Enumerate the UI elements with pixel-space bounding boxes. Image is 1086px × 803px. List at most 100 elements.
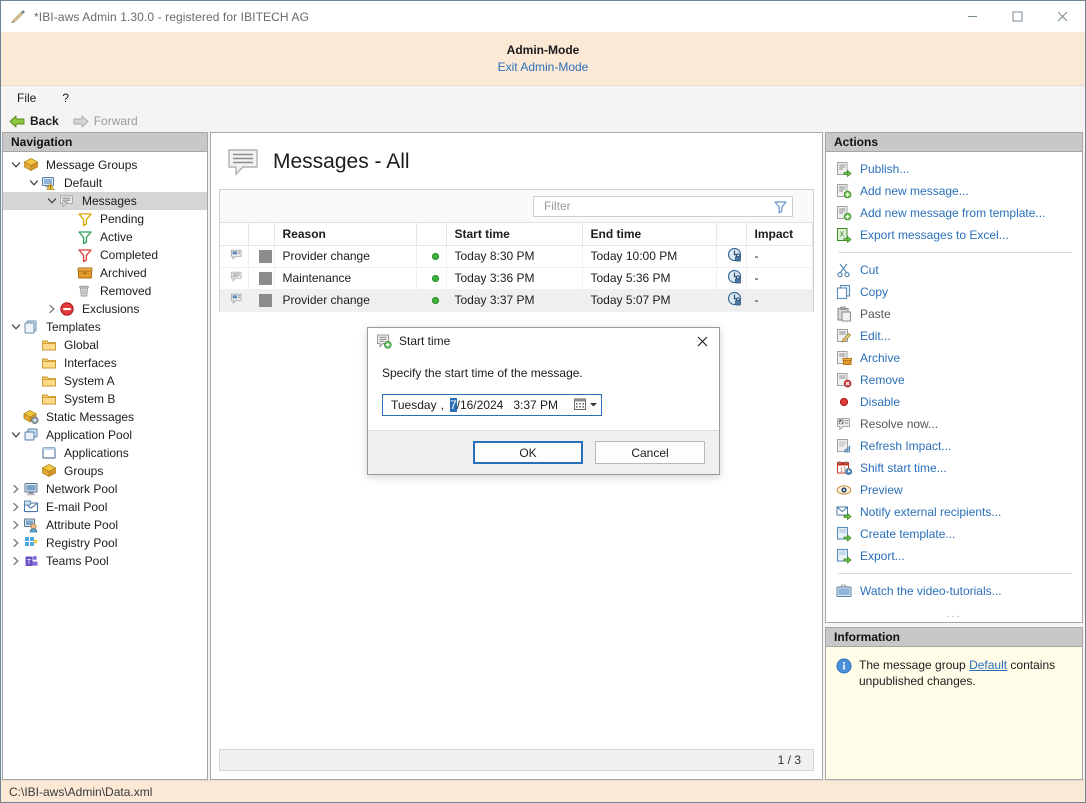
row-message-icon-cell[interactable]	[220, 267, 248, 289]
menu-file[interactable]: File	[13, 89, 40, 107]
action-refresh-impact[interactable]: Refresh Impact...	[826, 435, 1082, 457]
tree-expander-icon[interactable]	[9, 318, 23, 336]
table-row[interactable]: Provider changeToday 3:37 PMToday 5:07 P…	[220, 289, 813, 311]
tree-expander-icon[interactable]	[9, 426, 23, 444]
filter-box[interactable]	[533, 196, 793, 217]
tree-expander-icon[interactable]	[45, 192, 59, 210]
row-clock-cell[interactable]	[716, 267, 746, 289]
tree-expander-icon[interactable]	[45, 300, 59, 318]
sidebar-item-global[interactable]: Global	[3, 336, 207, 354]
sidebar-item-messages[interactable]: Messages	[3, 192, 207, 210]
back-button[interactable]: Back	[9, 114, 59, 128]
tree-expander-icon[interactable]	[9, 480, 23, 498]
tree-expander-icon[interactable]	[9, 498, 23, 516]
datetime-comma: ,	[437, 398, 450, 412]
tree-expander-icon[interactable]	[9, 156, 23, 174]
row-message-icon-cell[interactable]	[220, 289, 248, 311]
row-clock-cell[interactable]	[716, 289, 746, 311]
ok-button[interactable]: OK	[473, 441, 583, 464]
action-disable[interactable]: Disable	[826, 391, 1082, 413]
row-flag-cell[interactable]	[248, 289, 274, 311]
sidebar-item-completed[interactable]: Completed	[3, 246, 207, 264]
sidebar-item-templates[interactable]: Templates	[3, 318, 207, 336]
action-export-messages-to-excel[interactable]: XExport messages to Excel...	[826, 224, 1082, 246]
sidebar-item-static-messages[interactable]: Static Messages	[3, 408, 207, 426]
sidebar-item-teams-pool[interactable]: TTeams Pool	[3, 552, 207, 570]
sidebar-item-application-pool[interactable]: Application Pool	[3, 426, 207, 444]
cancel-button[interactable]: Cancel	[595, 441, 705, 464]
action-add-new-message-from-template[interactable]: Add new message from template...	[826, 202, 1082, 224]
sidebar-item-message-groups[interactable]: Message Groups	[3, 156, 207, 174]
sidebar-item-pending[interactable]: Pending	[3, 210, 207, 228]
action-watch-the-video-tutorials[interactable]: Watch the video-tutorials...	[826, 580, 1082, 602]
sidebar-item-system-a[interactable]: System A	[3, 372, 207, 390]
col-flag[interactable]	[248, 223, 274, 245]
action-create-template[interactable]: Create template...	[826, 523, 1082, 545]
col-reason[interactable]: Reason	[274, 223, 416, 245]
row-message-icon-cell[interactable]	[220, 245, 248, 267]
datetime-weekday[interactable]: Tuesday	[391, 398, 437, 412]
sidebar-item-groups[interactable]: Groups	[3, 462, 207, 480]
col-impact[interactable]: Impact	[746, 223, 813, 245]
action-copy[interactable]: Copy	[826, 281, 1082, 303]
actions-resize-grip[interactable]: ···	[826, 610, 1082, 622]
filter-input[interactable]	[542, 198, 773, 214]
action-export[interactable]: Export...	[826, 545, 1082, 567]
tree-expander-icon[interactable]	[27, 174, 41, 192]
action-shift-start-time[interactable]: 17Shift start time...	[826, 457, 1082, 479]
tree-expander-icon[interactable]	[9, 516, 23, 534]
action-cut[interactable]: Cut	[826, 259, 1082, 281]
action-notify-external-recipients[interactable]: Notify external recipients...	[826, 501, 1082, 523]
filter-funnel-icon[interactable]	[773, 199, 788, 214]
tree-expander-icon[interactable]	[9, 534, 23, 552]
datetime-picker[interactable]: Tuesday , 7 /16/2024 3:37 PM	[382, 394, 602, 416]
action-archive[interactable]: Archive	[826, 347, 1082, 369]
col-clock[interactable]	[716, 223, 746, 245]
col-end-time[interactable]: End time	[582, 223, 716, 245]
action-preview[interactable]: Preview	[826, 479, 1082, 501]
row-flag-cell[interactable]	[248, 245, 274, 267]
maximize-button[interactable]	[995, 1, 1040, 32]
sidebar-item-default[interactable]: Default	[3, 174, 207, 192]
sidebar-item-e-mail-pool[interactable]: E-mail Pool	[3, 498, 207, 516]
add-from-template-icon	[836, 205, 853, 222]
calendar-dropdown-button[interactable]	[573, 397, 598, 414]
sidebar-item-attribute-pool[interactable]: Attribute Pool	[3, 516, 207, 534]
sidebar-item-interfaces[interactable]: Interfaces	[3, 354, 207, 372]
sidebar-item-network-pool[interactable]: Network Pool	[3, 480, 207, 498]
datetime-month[interactable]: 7	[450, 398, 457, 412]
action-publish[interactable]: Publish...	[826, 158, 1082, 180]
sidebar-item-registry-pool[interactable]: Registry Pool	[3, 534, 207, 552]
archive-box-icon	[77, 265, 95, 281]
table-row[interactable]: MaintenanceToday 3:36 PMToday 5:36 PM-	[220, 267, 813, 289]
table-row[interactable]: Provider changeToday 8:30 PMToday 10:00 …	[220, 245, 813, 267]
row-flag-cell[interactable]	[248, 267, 274, 289]
datetime-time[interactable]: 3:37 PM	[503, 398, 558, 412]
close-button[interactable]	[1040, 1, 1085, 32]
dialog-close-icon[interactable]	[685, 328, 719, 354]
tree-expander-icon[interactable]	[9, 552, 23, 570]
action-remove[interactable]: Remove	[826, 369, 1082, 391]
navigation-panel: Navigation Message GroupsDefaultMessages…	[2, 132, 208, 780]
sidebar-item-applications[interactable]: Applications	[3, 444, 207, 462]
col-icon[interactable]	[220, 223, 248, 245]
action-edit[interactable]: Edit...	[826, 325, 1082, 347]
sidebar-item-system-b[interactable]: System B	[3, 390, 207, 408]
minimize-button[interactable]	[950, 1, 995, 32]
sidebar-item-removed[interactable]: Removed	[3, 282, 207, 300]
forward-button[interactable]: Forward	[73, 114, 138, 128]
row-clock-cell[interactable]	[716, 245, 746, 267]
sidebar-item-active[interactable]: Active	[3, 228, 207, 246]
sidebar-item-archived[interactable]: Archived	[3, 264, 207, 282]
info-group-link[interactable]: Default	[969, 658, 1007, 672]
col-status[interactable]	[416, 223, 446, 245]
back-arrow-icon	[9, 115, 25, 128]
sidebar-item-exclusions[interactable]: Exclusions	[3, 300, 207, 318]
excel-export-icon: X	[836, 227, 853, 244]
col-start-time[interactable]: Start time	[446, 223, 582, 245]
disable-icon	[836, 394, 853, 411]
datetime-date-rest[interactable]: /16/2024	[457, 398, 504, 412]
action-add-new-message[interactable]: Add new message...	[826, 180, 1082, 202]
exit-admin-mode-link[interactable]: Exit Admin-Mode	[498, 58, 589, 76]
menu-help[interactable]: ?	[58, 89, 73, 107]
